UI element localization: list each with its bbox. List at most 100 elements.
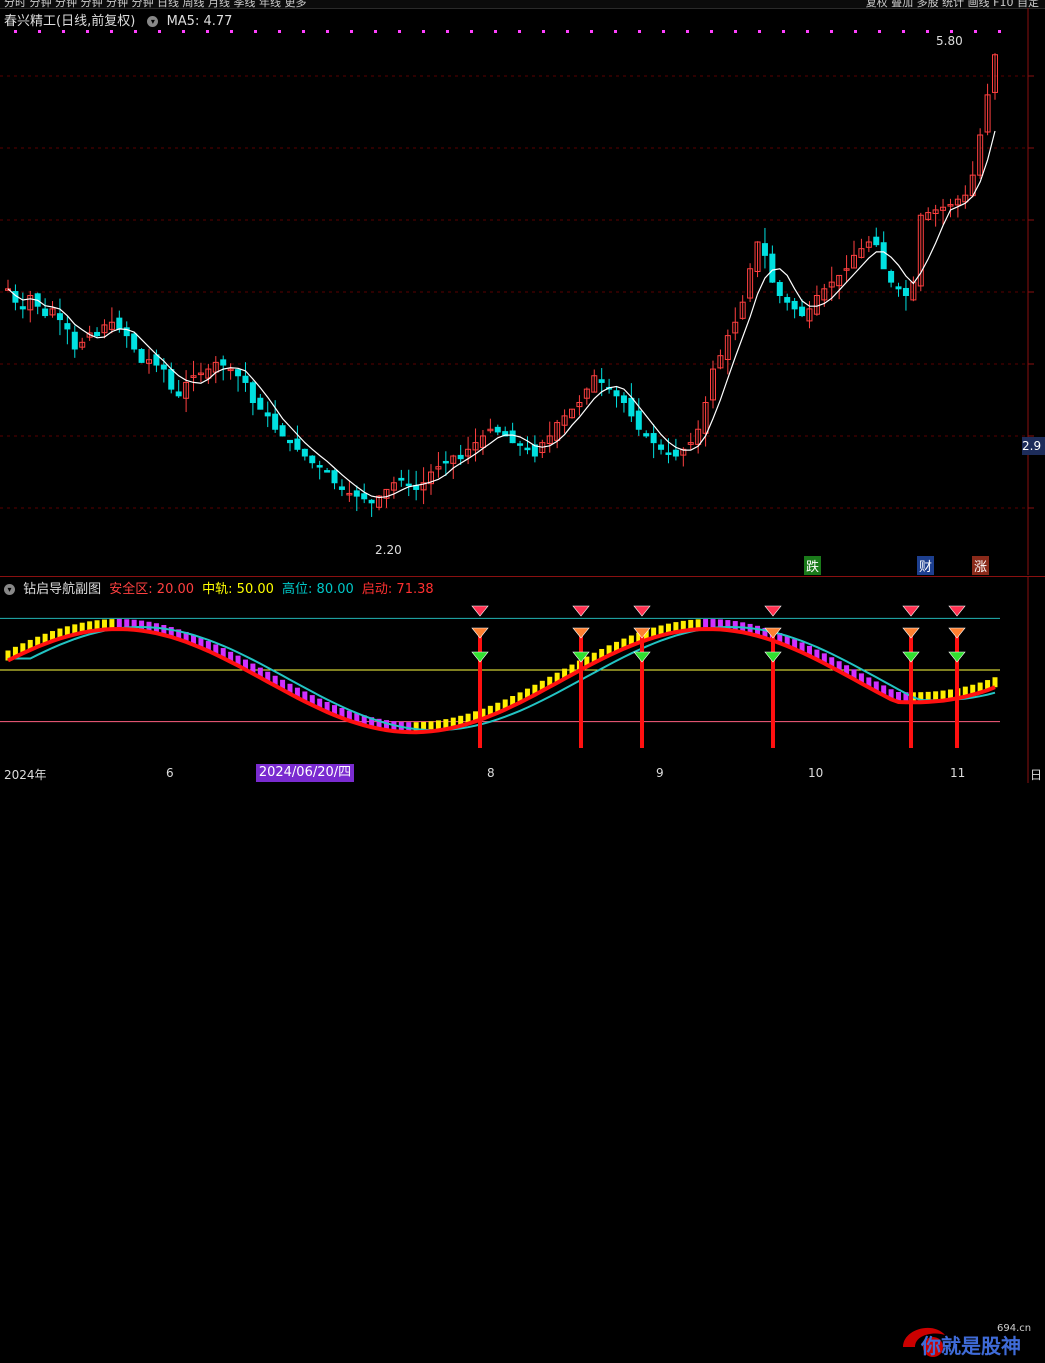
signal-dot (734, 30, 737, 33)
price-chart-canvas[interactable] (0, 8, 1045, 575)
x-label-jun: 6 (166, 766, 174, 780)
signal-column (955, 628, 959, 748)
signal-dot (326, 30, 329, 33)
badge-fall[interactable]: 跌 (804, 556, 822, 575)
oscillator-title: 钻启导航副图 (23, 582, 102, 597)
x-label-nov: 11 (950, 766, 966, 780)
signal-dot (110, 30, 113, 33)
collapse-icon[interactable]: ▾ (4, 584, 15, 595)
candle-body (338, 486, 345, 490)
candle-body (368, 499, 375, 504)
signal-dot (614, 30, 617, 33)
signal-dot (926, 30, 929, 33)
candle-body (494, 426, 501, 433)
signal-dot (758, 30, 761, 33)
candle-body (784, 297, 791, 303)
signal-dot (542, 30, 545, 33)
x-label-aug: 8 (487, 766, 495, 780)
signal-dot (14, 30, 17, 33)
start-signal-label: 启动: 71.38 (361, 582, 434, 597)
candle-body (138, 349, 145, 363)
candle-body (620, 395, 627, 403)
candle-body (19, 306, 26, 310)
candle-body (650, 433, 657, 444)
cursor-date: 2024/06/20/四 (256, 764, 354, 782)
mid-band-label: 中轨: 50.00 (202, 582, 274, 597)
signal-column (771, 628, 775, 748)
signal-dot (974, 30, 977, 33)
signal-dot (446, 30, 449, 33)
candle-body (457, 454, 464, 460)
candle-body (517, 443, 524, 446)
high-price-label: 5.80 (936, 34, 963, 48)
candle-body (880, 242, 887, 270)
diamond-signal-icon (948, 651, 966, 663)
candle-body (168, 369, 175, 390)
ma5-line (7, 130, 996, 499)
diamond-signal-icon (633, 605, 651, 617)
candle-body (264, 412, 271, 417)
signal-column (640, 628, 644, 748)
signal-dot (638, 30, 641, 33)
candle-body (116, 317, 123, 330)
candle-body (405, 483, 412, 487)
signal-dot (950, 30, 953, 33)
badge-rise[interactable]: 涨 (972, 556, 990, 575)
price-axis-tag: 2.9 (1022, 437, 1045, 455)
candle-body (220, 359, 227, 366)
candle-body (888, 270, 895, 283)
x-label-oct: 10 (808, 766, 824, 780)
signal-dot (302, 30, 305, 33)
candle-body (235, 369, 242, 377)
badge-finance[interactable]: 财 (917, 556, 935, 575)
low-price-label: 2.20 (375, 543, 402, 557)
oscillator-canvas[interactable] (0, 576, 1045, 783)
signal-dot (350, 30, 353, 33)
signal-dot (278, 30, 281, 33)
signal-dot (398, 30, 401, 33)
signal-dot (662, 30, 665, 33)
diamond-signal-icon (633, 651, 651, 663)
candle-body (160, 364, 167, 370)
x-label-day: 日 (1030, 768, 1043, 782)
candle-body (71, 331, 78, 350)
safe-zone-label: 安全区: 20.00 (109, 582, 195, 597)
signal-dot (518, 30, 521, 33)
candle-body (613, 390, 620, 397)
signal-dot (878, 30, 881, 33)
candle-body (287, 439, 293, 444)
candle-body (361, 493, 368, 500)
signal-column (478, 628, 482, 748)
candle-body (324, 470, 331, 473)
signal-dot (206, 30, 209, 33)
diamond-signal-icon (471, 605, 489, 617)
signal-dot (86, 30, 89, 33)
signal-dot (830, 30, 833, 33)
collapse-icon[interactable]: ▾ (147, 16, 159, 27)
candle-body (873, 236, 880, 246)
main-price-chart[interactable]: 春兴精工(日线,前复权) ▾ MA5: 4.77 5.80 2.20 跌 财 涨… (0, 8, 1045, 575)
watermark-text: 你就是股神 (920, 1334, 1021, 1358)
signal-dot (998, 30, 1001, 33)
candle-body (42, 308, 49, 317)
candle-body (272, 413, 279, 430)
candle-body (791, 300, 798, 310)
diamond-signal-icon (471, 651, 489, 663)
signal-dot (182, 30, 185, 33)
oscillator-chart[interactable]: ▾ 钻启导航副图 安全区: 20.00 中轨: 50.00 高位: 80.00 … (0, 576, 1045, 1358)
signal-dot (254, 30, 257, 33)
diamond-signal-icon (948, 605, 966, 617)
watermark: 694.cn 你就是股神 (893, 1317, 1045, 1359)
candle-body (64, 323, 71, 330)
candle-body (524, 447, 531, 451)
candle-body (175, 391, 182, 397)
signal-dot (590, 30, 593, 33)
candle-body (301, 448, 308, 457)
candle-body (331, 470, 338, 484)
watermark-domain: 694.cn (997, 1323, 1031, 1334)
signal-column (909, 628, 913, 748)
candle-body (279, 425, 286, 437)
stock-title-text: 春兴精工(日线,前复权) (4, 14, 136, 29)
candle-body (294, 438, 301, 450)
candle-body (257, 397, 264, 410)
